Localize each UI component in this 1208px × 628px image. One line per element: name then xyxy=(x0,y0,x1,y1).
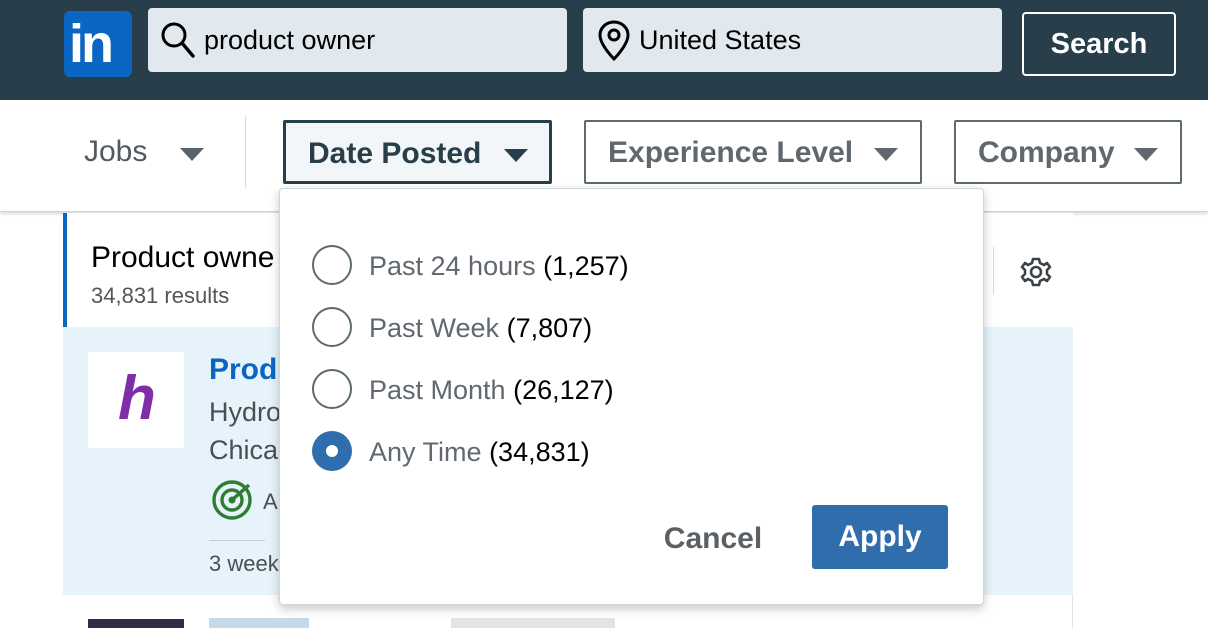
gear-icon[interactable] xyxy=(1019,255,1053,289)
job-title-link[interactable]: Prod xyxy=(209,353,277,387)
option-label: Any Time xyxy=(369,437,482,467)
radio-button[interactable] xyxy=(312,307,352,347)
experience-level-filter-button[interactable]: Experience Level xyxy=(584,120,922,184)
caret-down-icon xyxy=(180,148,204,161)
filter-divider xyxy=(245,116,246,188)
next-card-title[interactable] xyxy=(209,618,309,628)
apply-button[interactable]: Apply xyxy=(812,505,948,569)
location-search-input[interactable]: United States xyxy=(583,8,1002,72)
radio-button-checked[interactable] xyxy=(312,431,352,471)
date-posted-filter-button[interactable]: Date Posted xyxy=(283,120,552,184)
next-card-tag xyxy=(451,618,615,628)
job-location: Chica xyxy=(209,435,279,465)
option-count: (7,807) xyxy=(506,313,593,343)
linkedin-logo[interactable]: in xyxy=(64,11,132,77)
option-count: (1,257) xyxy=(543,251,629,281)
location-pin-icon xyxy=(598,20,630,62)
search-button[interactable]: Search xyxy=(1022,12,1176,76)
option-label: Past Week xyxy=(369,313,500,343)
option-label: Past Month xyxy=(369,375,506,405)
company-logo-letter: h xyxy=(118,364,156,433)
results-count: 34,831 results xyxy=(91,283,230,308)
cancel-button[interactable]: Cancel xyxy=(650,507,776,571)
jobs-filter-label: Jobs xyxy=(84,135,148,168)
next-card-logo xyxy=(88,619,184,628)
keywords-search-input[interactable]: product owner xyxy=(148,8,567,72)
option-past-week[interactable]: Past Week (7,807) xyxy=(312,305,932,349)
keywords-value: product owner xyxy=(204,25,376,55)
caret-down-icon xyxy=(1134,148,1158,161)
caret-down-icon xyxy=(874,148,898,161)
option-label: Past 24 hours xyxy=(369,251,536,281)
card-divider xyxy=(209,540,265,541)
option-past-24-hours[interactable]: Past 24 hours (1,257) xyxy=(312,243,932,287)
job-company: Hydro xyxy=(209,397,282,427)
company-label: Company xyxy=(978,136,1115,169)
company-filter-button[interactable]: Company xyxy=(954,120,1182,184)
experience-level-label: Experience Level xyxy=(608,136,854,169)
company-logo: h xyxy=(88,352,184,448)
radio-button[interactable] xyxy=(312,245,352,285)
option-count: (26,127) xyxy=(513,375,614,405)
radio-button[interactable] xyxy=(312,369,352,409)
date-posted-label: Date Posted xyxy=(308,137,482,170)
logo-text: in xyxy=(69,14,114,74)
radar-icon xyxy=(212,480,252,520)
jobs-filter-dropdown[interactable]: Jobs xyxy=(84,135,204,169)
search-icon xyxy=(161,22,195,58)
caret-down-icon xyxy=(504,149,528,162)
header-divider xyxy=(993,247,994,295)
option-count: (34,831) xyxy=(489,437,590,467)
results-title: Product owne xyxy=(91,241,275,274)
option-past-month[interactable]: Past Month (26,127) xyxy=(312,367,932,411)
job-posted-time: 3 week xyxy=(209,551,279,576)
job-insight-text: A xyxy=(263,489,278,514)
date-posted-dropdown: Past 24 hours (1,257) Past Week (7,807) … xyxy=(279,188,984,605)
top-nav-bar: in product owner United States Search xyxy=(0,0,1208,100)
location-value: United States xyxy=(639,25,802,55)
linkedin-jobs-page: in product owner United States Search Jo… xyxy=(0,0,1208,628)
option-any-time[interactable]: Any Time (34,831) xyxy=(312,429,932,473)
